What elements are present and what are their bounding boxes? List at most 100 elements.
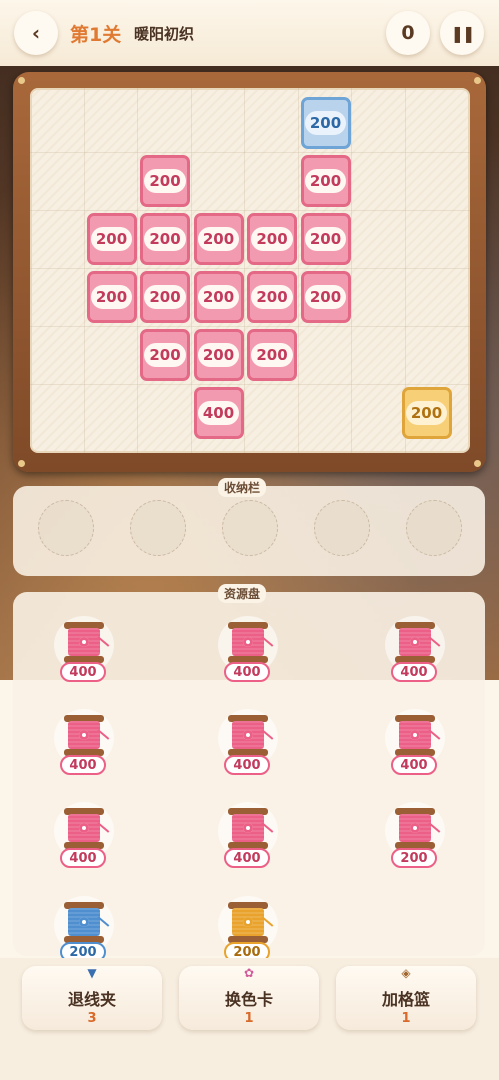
board-tile-pink[interactable]: 200 <box>140 329 190 381</box>
resource-label: 资源盘 <box>218 584 267 603</box>
spool-hole <box>243 637 253 647</box>
rivet-decoration <box>18 77 25 84</box>
top-bar: ‹ 第1关 暖阳初织 0 ❚❚ <box>0 0 499 66</box>
tile-value: 200 <box>197 285 240 309</box>
thread-spool-pink[interactable]: 400 <box>385 705 445 785</box>
tool-thread-clip-button[interactable]: ▼ 退线夹 3 <box>22 966 162 1030</box>
spool-hole <box>410 637 420 647</box>
board-tile-pink[interactable]: 200 <box>300 213 351 265</box>
thread-spool-pink[interactable]: 400 <box>385 612 445 692</box>
spool-hole <box>410 823 420 833</box>
tool-basket-button[interactable]: ◈ 加格篮 1 <box>336 966 476 1030</box>
thread-spool-pink[interactable]: 400 <box>54 612 114 692</box>
grid-line <box>190 88 192 453</box>
grid-line <box>137 88 138 453</box>
board-tile-pink[interactable]: 200 <box>140 155 190 207</box>
tool-count: 1 <box>401 1011 411 1026</box>
thread-spool-pink[interactable]: 400 <box>218 798 278 878</box>
tile-value: 400 <box>197 401 240 425</box>
board-tile-pink[interactable]: 200 <box>300 155 351 207</box>
board-tile-pink[interactable]: 200 <box>140 271 190 323</box>
board-tile-pink[interactable]: 200 <box>300 271 351 323</box>
board-tile-pink[interactable]: 200 <box>247 271 297 323</box>
tile-value: 200 <box>304 169 347 193</box>
tile-value: 200 <box>251 343 293 367</box>
grid-line <box>30 384 470 385</box>
storage-slot[interactable] <box>406 500 462 556</box>
spool-value: 400 <box>224 848 270 868</box>
resource-tray: 资源盘 400 400 400 400 400 400 400 400 200 200 200 <box>13 584 485 962</box>
game-board: 200 200 200 200 200 200 200 200 200 200 200 200 200 2… <box>30 88 470 453</box>
grid-line <box>30 210 470 211</box>
rivet-decoration <box>474 460 481 467</box>
storage-label: 收纳栏 <box>218 478 267 497</box>
level-name: 暖阳初织 <box>134 25 195 43</box>
spool-value: 400 <box>224 755 270 775</box>
board-tile-pink[interactable]: 400 <box>193 387 244 439</box>
storage-slot[interactable] <box>314 500 370 556</box>
tile-value: 200 <box>405 401 448 425</box>
spool-hole <box>243 823 253 833</box>
spool-hole <box>79 823 89 833</box>
tile-value: 200 <box>197 343 240 367</box>
color-card-icon: ✿ <box>243 966 255 980</box>
chevron-left-icon: ‹ <box>31 21 41 45</box>
thread-clip-icon: ▼ <box>87 966 97 980</box>
back-button[interactable]: ‹ <box>14 11 58 55</box>
rivet-decoration <box>18 460 25 467</box>
tool-label: 退线夹 <box>67 990 116 1009</box>
level-number: 第1关 <box>70 24 122 46</box>
tile-value: 200 <box>144 285 186 309</box>
thread-spool-pink[interactable]: 400 <box>218 705 278 785</box>
board-tile-pink[interactable]: 200 <box>86 271 137 323</box>
score-display: 0 <box>386 11 430 55</box>
spool-value: 400 <box>224 662 270 682</box>
board-tile-gold[interactable]: 200 <box>401 387 452 439</box>
thread-spool-pink[interactable]: 400 <box>218 612 278 692</box>
storage-slot[interactable] <box>130 500 186 556</box>
tile-value: 200 <box>144 227 186 251</box>
spool-hole <box>79 637 89 647</box>
pause-button[interactable]: ❚❚ <box>440 11 484 55</box>
spool-hole <box>243 917 253 927</box>
storage-slot[interactable] <box>222 500 278 556</box>
board-tile-blue[interactable]: 200 <box>300 97 351 149</box>
tile-value: 200 <box>304 285 347 309</box>
spool-hole <box>243 730 253 740</box>
board-tile-pink[interactable]: 200 <box>247 329 297 381</box>
tool-label: 加格篮 <box>381 990 430 1009</box>
board-tile-pink[interactable]: 200 <box>193 329 244 381</box>
tool-label: 换色卡 <box>224 990 273 1009</box>
score-value: 0 <box>401 22 415 44</box>
spool-value: 400 <box>60 662 106 682</box>
thread-spool-pink[interactable]: 400 <box>54 798 114 878</box>
thread-spool-pink[interactable]: 400 <box>54 705 114 785</box>
grid-line <box>244 88 245 453</box>
storage-bar: 收纳栏 <box>13 478 485 576</box>
board-tile-pink[interactable]: 200 <box>193 271 244 323</box>
grid-line <box>30 326 470 327</box>
tile-value: 200 <box>90 227 133 251</box>
spool-value: 400 <box>60 848 106 868</box>
thread-spool-pink[interactable]: 200 <box>385 798 445 878</box>
spool-hole <box>79 917 89 927</box>
spool-value: 400 <box>391 662 437 682</box>
grid-line <box>297 88 299 453</box>
pause-icon: ❚❚ <box>450 23 476 43</box>
storage-slot[interactable] <box>38 500 94 556</box>
rivet-decoration <box>474 77 481 84</box>
tool-count: 3 <box>87 1011 97 1026</box>
tile-value: 200 <box>251 227 293 251</box>
board-tile-pink[interactable]: 200 <box>86 213 137 265</box>
board-tile-pink[interactable]: 200 <box>247 213 297 265</box>
spool-value: 400 <box>60 755 106 775</box>
tile-value: 200 <box>90 285 133 309</box>
board-tile-pink[interactable]: 200 <box>193 213 244 265</box>
spool-hole <box>79 730 89 740</box>
tile-value: 200 <box>251 285 293 309</box>
spool-hole <box>410 730 420 740</box>
board-tile-pink[interactable]: 200 <box>140 213 190 265</box>
spool-value: 400 <box>391 755 437 775</box>
tool-color-card-button[interactable]: ✿ 换色卡 1 <box>179 966 319 1030</box>
grid-line <box>351 88 352 453</box>
